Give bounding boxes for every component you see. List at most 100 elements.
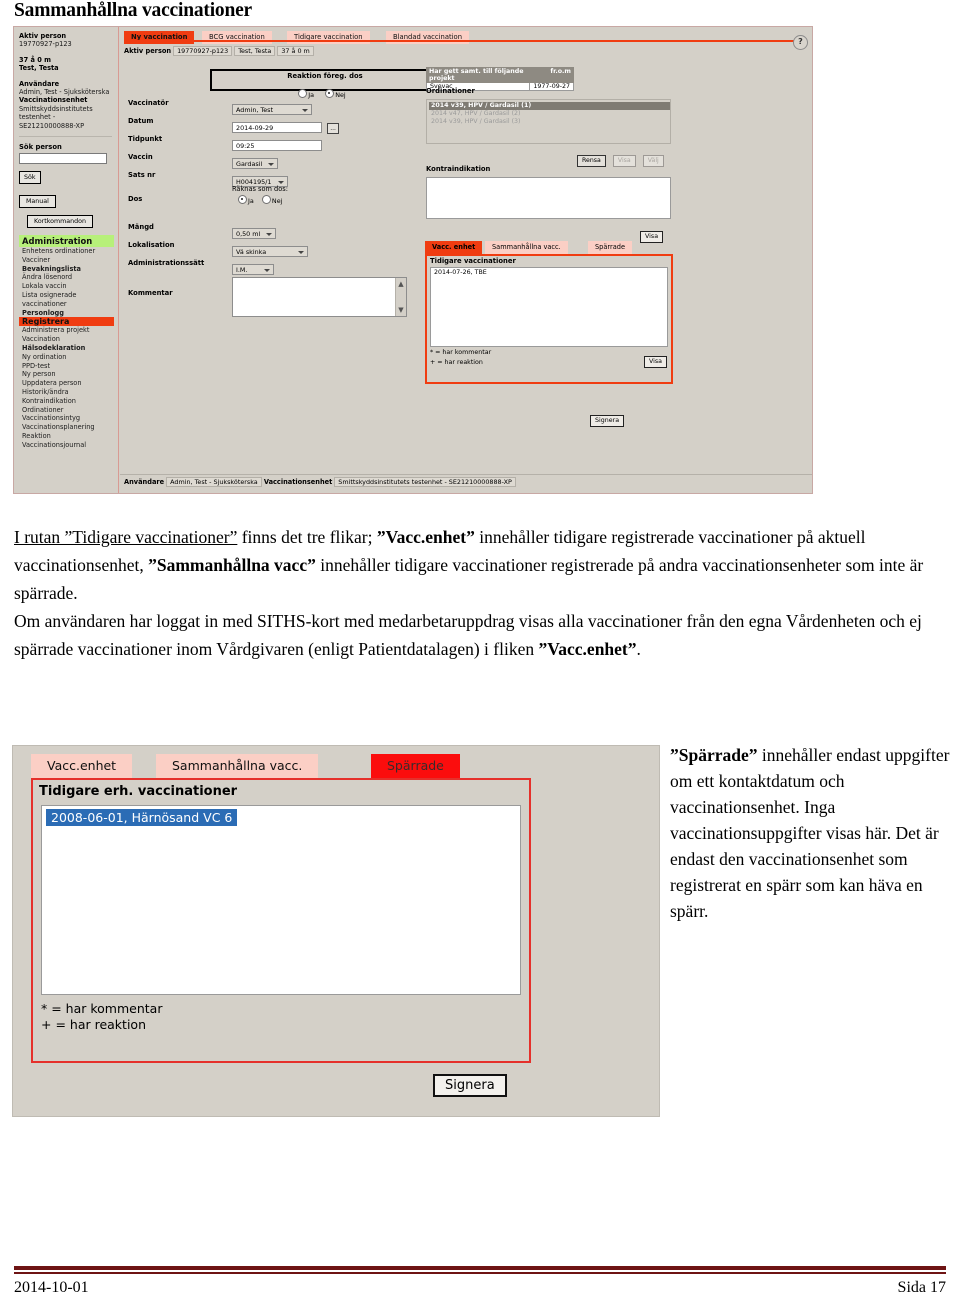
sidebar-item-reaktion[interactable]: Reaktion xyxy=(19,432,114,441)
active-person-id-field: 19770927-p123 xyxy=(173,46,233,56)
location-select[interactable]: Vä skinka xyxy=(232,246,308,257)
p2-part2: ”Vacc.enhet” xyxy=(538,639,637,659)
sidebar-menu: Administration Enhetens ordinationer Vac… xyxy=(19,235,114,450)
tab-underline xyxy=(124,40,794,42)
comment-textarea[interactable]: ▲ ▼ xyxy=(232,277,407,317)
visa-previous-button[interactable]: Visa xyxy=(643,348,667,368)
previous-tab-bar: Vacc. enhet Sammanhållna vacc. Spärrade xyxy=(425,241,673,254)
consent-from-value: 1977-09-27 xyxy=(533,83,570,90)
help-icon[interactable]: ? xyxy=(793,35,808,50)
previous-vaccinations-panel: Vacc. enhet Sammanhållna vacc. Spärrade … xyxy=(425,241,673,401)
dose-no-radio[interactable] xyxy=(261,195,271,204)
tab2-sparrade[interactable]: Spärrade xyxy=(371,754,460,778)
sparrade-title: Tidigare erh. vaccinationer xyxy=(39,784,238,799)
tab2-sammanhallna-vacc[interactable]: Sammanhållna vacc. xyxy=(156,754,319,778)
p1-part2: finns det tre flikar; xyxy=(237,527,377,547)
valj-ordination-button[interactable]: Välj xyxy=(642,155,664,167)
app-main-pane: Ny vaccination BCG vaccination Tidigare … xyxy=(120,27,812,493)
sidebar-item-ordinationer[interactable]: Ordinationer xyxy=(19,406,114,415)
tab-ny-vaccination[interactable]: Ny vaccination xyxy=(124,31,195,44)
rensa-button[interactable]: Rensa xyxy=(577,155,606,167)
reaction-no-radio[interactable] xyxy=(325,89,335,98)
ordinationer-listbox[interactable]: 2014 v39, HPV / Gardasil (1) 2014 v47, H… xyxy=(426,99,671,144)
legend2-comment: * = har kommentar xyxy=(41,1001,163,1016)
search-person-input[interactable] xyxy=(19,153,107,165)
legend-comment: * = har kommentar xyxy=(430,349,492,356)
amount-select[interactable]: 0,50 ml xyxy=(232,228,276,239)
tab2-vacc-enhet[interactable]: Vacc.enhet xyxy=(31,754,133,778)
tab-bcg-vaccination[interactable]: BCG vaccination xyxy=(202,31,272,44)
sidebar-item-enhetens-ordinationer[interactable]: Enhetens ordinationer xyxy=(19,247,114,256)
sidebar-item-personlogg[interactable]: Personlogg xyxy=(19,309,114,318)
sidebar-divider xyxy=(19,136,112,138)
status-user-label: Användare xyxy=(124,478,165,486)
dose-yes-radio[interactable] xyxy=(238,195,247,204)
shortcuts-button[interactable]: Kortkommandon xyxy=(27,215,93,229)
app-status-bar: Användare Admin, Test - Sjuksköterska Vac… xyxy=(120,474,812,487)
manual-button[interactable]: Manual xyxy=(19,195,56,209)
sidebar-item-historik-andra[interactable]: Historik/ändra xyxy=(19,388,114,397)
chevron-up-icon[interactable]: ▲ xyxy=(396,278,406,290)
date-picker-button[interactable]: ... xyxy=(327,123,340,134)
sidebar-item-vaccinationsjournal[interactable]: Vaccinationsjournal xyxy=(19,441,114,450)
status-user-value: Admin, Test - Sjuksköterska xyxy=(166,477,262,487)
sidebar-item-vaccinationsplanering[interactable]: Vaccinationsplanering xyxy=(19,423,114,432)
p1-part3: ”Vacc.enhet” xyxy=(376,527,475,547)
dose-counts-label: Räknas som dos: xyxy=(232,185,288,193)
sidebar-item-lista-osignerade-vaccinationer[interactable]: Lista osignerade vaccinationer xyxy=(19,291,114,309)
previous-vaccinations-title: Tidigare vaccinationer xyxy=(430,257,516,265)
list-item[interactable]: 2014-07-26, TBE xyxy=(434,269,664,276)
tab-vacc-enhet[interactable]: Vacc. enhet xyxy=(425,241,483,254)
tab-tidigare-vaccination[interactable]: Tidigare vaccination xyxy=(287,31,370,44)
list-item[interactable]: 2014 v47, HPV / Gardasil (2) xyxy=(429,110,670,118)
screenshot-sparrade-tab: Vacc.enhet Sammanhållna vacc. Spärrade T… xyxy=(12,745,660,1117)
contraindication-textarea[interactable] xyxy=(426,177,671,219)
time-label: Tidpunkt xyxy=(128,135,163,143)
p1-part1: I rutan ”Tidigare vaccinationer” xyxy=(14,527,238,547)
previous-vaccinations-body: Tidigare vaccinationer 2014-07-26, TBE *… xyxy=(425,254,673,384)
signera-button-bottom[interactable]: Signera xyxy=(433,1074,507,1097)
sidebar-item-halsodeklaration[interactable]: Hälsodeklaration xyxy=(19,344,114,353)
sidebar-item-administrera-projekt[interactable]: Administrera projekt xyxy=(19,326,114,335)
list-item[interactable]: 2014 v39, HPV / Gardasil (1) xyxy=(429,102,670,110)
tab-sammanhallna-vacc[interactable]: Sammanhållna vacc. xyxy=(485,241,568,254)
list-item[interactable]: 2014 v39, HPV / Gardasil (3) xyxy=(429,118,670,126)
reaction-group-title: Reaktion föreg. dos xyxy=(287,72,363,80)
tab-sparrade[interactable]: Spärrade xyxy=(588,241,633,254)
screenshot-svevac-new-vaccination: Aktiv person 19770927-p123 37 å 0 m Test… xyxy=(13,26,813,494)
chevron-down-icon[interactable]: ▼ xyxy=(396,304,406,316)
previous-vaccinations-list[interactable]: 2014-07-26, TBE xyxy=(430,267,668,347)
sidebar-item-ppd-test[interactable]: PPD-test xyxy=(19,362,114,371)
visa-contraindication-button[interactable]: Visa xyxy=(640,223,664,243)
tab-blandad-vaccination[interactable]: Blandad vaccination xyxy=(386,31,470,44)
reaction-previous-dose-group: Reaktion föreg. dos Ja Nej xyxy=(210,69,440,99)
footer-page: Sida 17 xyxy=(897,1279,946,1296)
sidebar-item-ny-person[interactable]: Ny person xyxy=(19,370,114,379)
contraindication-label: Kontraindikation xyxy=(426,165,491,173)
sidebar-item-andra-losenord[interactable]: Ändra lösenord xyxy=(19,273,114,282)
search-button[interactable]: Sök xyxy=(19,171,41,185)
sidebar-item-uppdatera-person[interactable]: Uppdatera person xyxy=(19,379,114,388)
sidebar-item-kontraindikation[interactable]: Kontraindikation xyxy=(19,397,114,406)
sidebar-unit-value: Smittskyddsinstitutets testenhet - SE212… xyxy=(19,104,93,130)
sidebar-item-vaccinationsintyg[interactable]: Vaccinationsintyg xyxy=(19,414,114,423)
vaccine-select[interactable]: Gardasil xyxy=(232,158,278,169)
footer-rule xyxy=(14,1266,946,1274)
admin-route-select[interactable]: I.M. xyxy=(232,264,274,275)
visa-ordination-button[interactable]: Visa xyxy=(612,155,636,167)
ordinationer-buttons: Rensa Visa Välj xyxy=(575,147,664,167)
signera-button-top[interactable]: Signera xyxy=(590,407,625,427)
paragraph-three: ”Spärrade” innehåller endast uppgifter o… xyxy=(670,742,955,924)
time-input[interactable]: 09:25 xyxy=(232,140,322,151)
sidebar-item-vaccination[interactable]: Vaccination xyxy=(19,335,114,344)
vaccinator-select[interactable]: Admin, Test xyxy=(232,104,312,115)
sparrade-listbox[interactable]: 2008-06-01, Härnösand VC 6 xyxy=(41,805,521,995)
p3-part2: innehåller endast uppgifter om ett konta… xyxy=(670,745,950,921)
p2-part1: Om användaren har loggat in med SITHS-ko… xyxy=(14,611,922,659)
sidebar-item-ny-ordination[interactable]: Ny ordination xyxy=(19,353,114,362)
date-input[interactable]: 2014-09-29 xyxy=(232,122,322,133)
sidebar-item-lokala-vaccin[interactable]: Lokala vaccin xyxy=(19,282,114,291)
sidebar-item-vacciner[interactable]: Vacciner xyxy=(19,256,114,265)
list-item[interactable]: 2008-06-01, Härnösand VC 6 xyxy=(44,808,239,827)
comment-scrollbar[interactable]: ▲ ▼ xyxy=(395,278,406,316)
